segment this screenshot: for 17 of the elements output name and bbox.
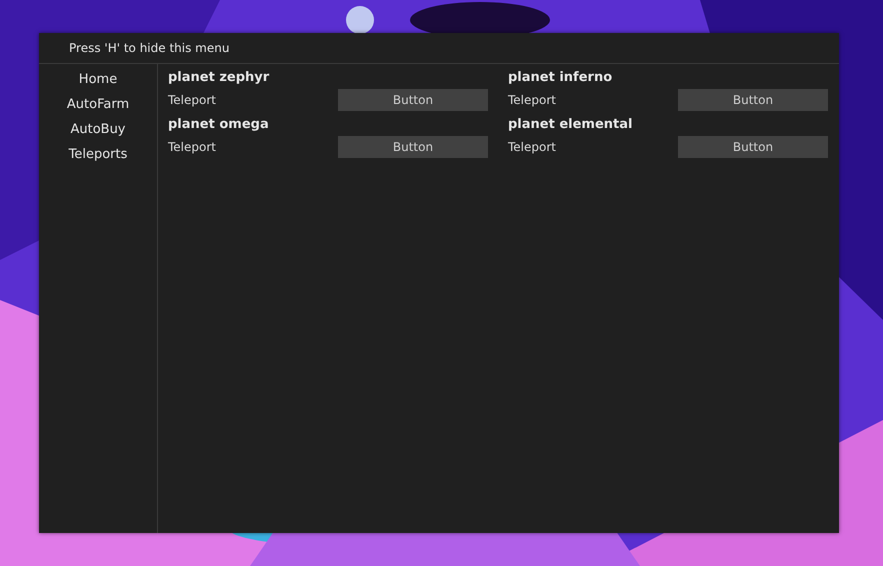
window-title: Press 'H' to hide this menu [69,41,230,55]
row-label: Teleport [168,140,216,154]
row-label: Teleport [508,93,556,107]
section-title: planet inferno [508,70,614,87]
section-title: planet elemental [508,117,634,134]
section-title: planet zephyr [168,70,270,87]
teleport-button[interactable]: Button [678,136,828,158]
sidebar-item[interactable]: AutoFarm [66,95,130,114]
sidebar-item[interactable]: AutoBuy [70,120,126,139]
section-title: planet omega [168,117,270,134]
sidebar-item[interactable]: Teleports [68,145,128,164]
teleport-button[interactable]: Button [678,89,828,111]
row-label: Teleport [168,93,216,107]
teleport-button[interactable]: Button [338,136,488,158]
teleport-button[interactable]: Button [338,89,488,111]
sidebar-item[interactable]: Home [78,70,118,89]
row-label: Teleport [508,140,556,154]
